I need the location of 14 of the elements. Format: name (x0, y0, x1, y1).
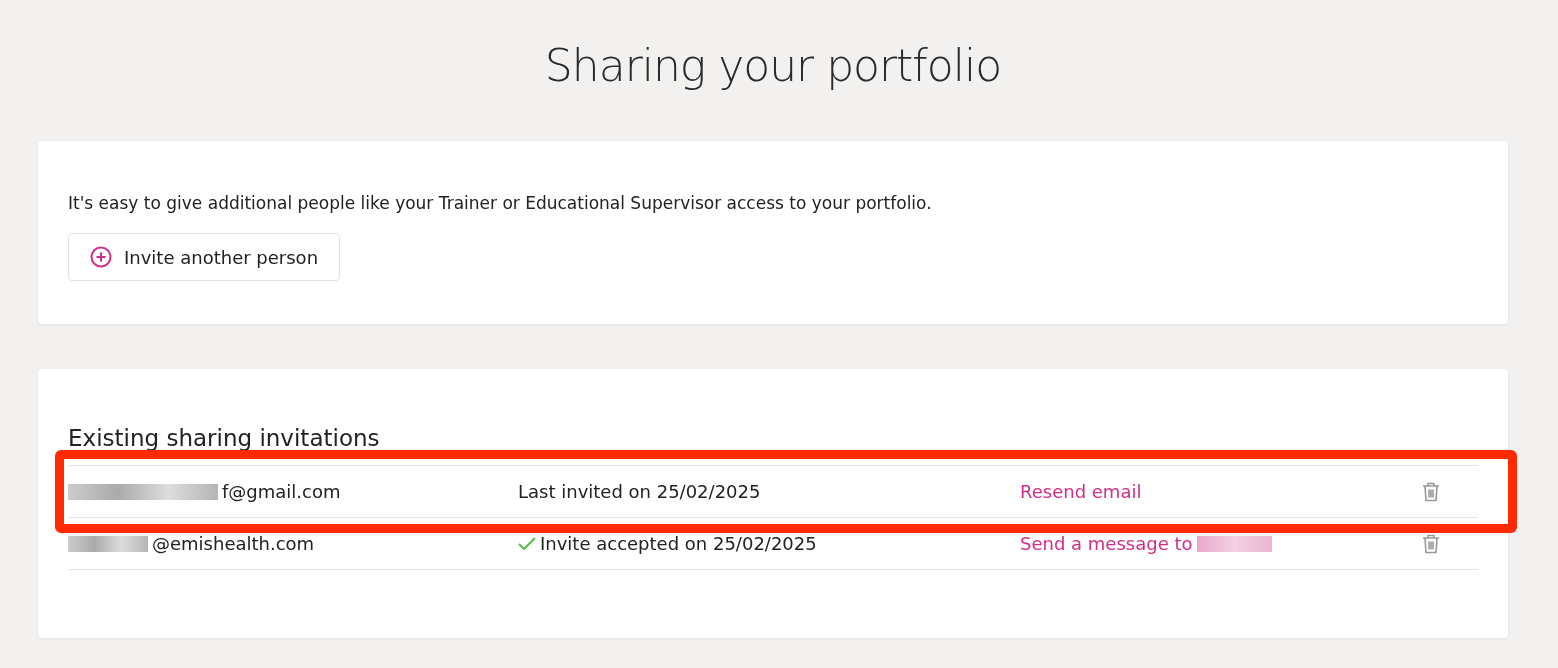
plus-circle-icon (90, 246, 112, 268)
trash-icon[interactable] (1422, 481, 1440, 502)
page-title: Sharing your portfolio (544, 40, 1002, 91)
invite-button[interactable]: Invite another person (68, 233, 341, 281)
section-heading: Existing sharing invitations (68, 425, 380, 451)
intro-text: It's easy to give additional people like your Trainer or Educational Supervisor access to your portfolio. (68, 193, 932, 213)
action-link[interactable]: Resend email (1020, 481, 1142, 502)
status-text: Last invited on 25/02/2025 (518, 481, 761, 502)
check-icon (518, 536, 536, 551)
status-text: Invite accepted on 25/02/2025 (540, 533, 817, 554)
action-link[interactable]: Send a message to (1020, 533, 1193, 554)
email-text: @emishealth.com (152, 533, 315, 554)
email-text: f@gmail.com (222, 481, 341, 502)
trash-icon[interactable] (1422, 533, 1440, 554)
